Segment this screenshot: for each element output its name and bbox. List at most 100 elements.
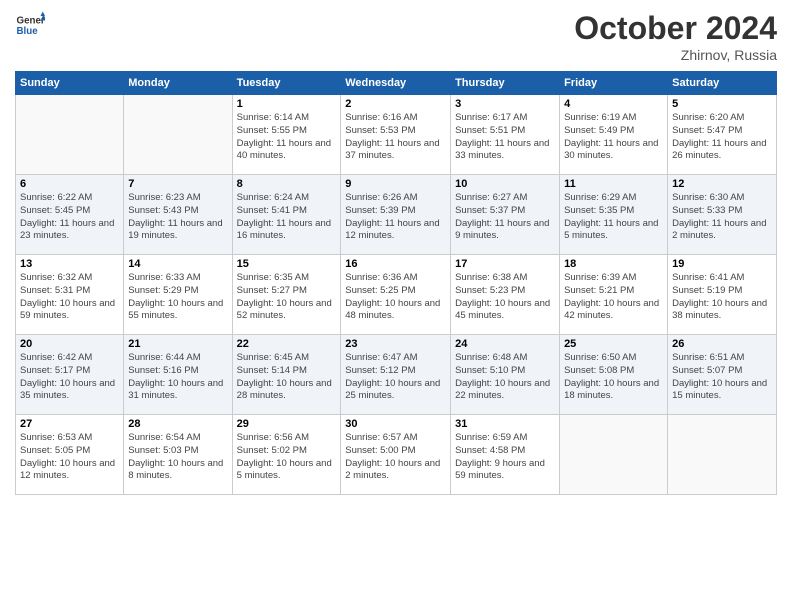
day-number: 28	[128, 418, 227, 430]
location: Zhirnov, Russia	[574, 47, 777, 63]
day-number: 5	[672, 98, 772, 110]
calendar-week-row: 20 Sunrise: 6:42 AM Sunset: 5:17 PM Dayli…	[16, 335, 777, 415]
day-number: 23	[345, 338, 446, 350]
day-info: Sunrise: 6:24 AM Sunset: 5:41 PM Dayligh…	[237, 192, 337, 243]
calendar-week-row: 27 Sunrise: 6:53 AM Sunset: 5:05 PM Dayli…	[16, 415, 777, 495]
day-number: 14	[128, 258, 227, 270]
day-info: Sunrise: 6:32 AM Sunset: 5:31 PM Dayligh…	[20, 272, 119, 323]
calendar-day-cell	[16, 95, 124, 175]
calendar-day-cell: 18 Sunrise: 6:39 AM Sunset: 5:21 PM Dayli…	[560, 255, 668, 335]
calendar-day-cell: 13 Sunrise: 6:32 AM Sunset: 5:31 PM Dayli…	[16, 255, 124, 335]
calendar-day-cell: 12 Sunrise: 6:30 AM Sunset: 5:33 PM Dayli…	[668, 175, 777, 255]
weekday-header-cell: Wednesday	[341, 72, 451, 95]
day-info: Sunrise: 6:48 AM Sunset: 5:10 PM Dayligh…	[455, 352, 555, 403]
calendar-day-cell: 14 Sunrise: 6:33 AM Sunset: 5:29 PM Dayli…	[124, 255, 232, 335]
day-info: Sunrise: 6:36 AM Sunset: 5:25 PM Dayligh…	[345, 272, 446, 323]
day-info: Sunrise: 6:23 AM Sunset: 5:43 PM Dayligh…	[128, 192, 227, 243]
day-info: Sunrise: 6:19 AM Sunset: 5:49 PM Dayligh…	[564, 112, 663, 163]
calendar-week-row: 13 Sunrise: 6:32 AM Sunset: 5:31 PM Dayli…	[16, 255, 777, 335]
calendar-day-cell: 10Sunrise: 6:27 AM Sunset: 5:37 PM Dayli…	[451, 175, 560, 255]
calendar-day-cell: 7 Sunrise: 6:23 AM Sunset: 5:43 PM Daylig…	[124, 175, 232, 255]
day-info: Sunrise: 6:51 AM Sunset: 5:07 PM Dayligh…	[672, 352, 772, 403]
calendar-day-cell: 3 Sunrise: 6:17 AM Sunset: 5:51 PM Daylig…	[451, 95, 560, 175]
calendar-day-cell: 9Sunrise: 6:26 AM Sunset: 5:39 PM Daylig…	[341, 175, 451, 255]
month-title: October 2024	[574, 10, 777, 47]
day-number: 8	[237, 178, 337, 190]
day-info: Sunrise: 6:14 AM Sunset: 5:55 PM Dayligh…	[237, 112, 337, 163]
day-info: Sunrise: 6:20 AM Sunset: 5:47 PM Dayligh…	[672, 112, 772, 163]
svg-text:Blue: Blue	[17, 26, 39, 37]
day-number: 26	[672, 338, 772, 350]
day-number: 18	[564, 258, 663, 270]
calendar-day-cell: 22Sunrise: 6:45 AM Sunset: 5:14 PM Dayli…	[232, 335, 341, 415]
day-number: 4	[564, 98, 663, 110]
day-info: Sunrise: 6:45 AM Sunset: 5:14 PM Dayligh…	[237, 352, 337, 403]
day-number: 29	[237, 418, 337, 430]
day-number: 2	[345, 98, 446, 110]
calendar-day-cell	[668, 415, 777, 495]
logo: General Blue	[15, 10, 45, 40]
calendar-day-cell: 16 Sunrise: 6:36 AM Sunset: 5:25 PM Dayli…	[341, 255, 451, 335]
weekday-header-cell: Thursday	[451, 72, 560, 95]
weekday-header-cell: Sunday	[16, 72, 124, 95]
day-info: Sunrise: 6:22 AM Sunset: 5:45 PM Dayligh…	[20, 192, 119, 243]
calendar-day-cell: 20 Sunrise: 6:42 AM Sunset: 5:17 PM Dayli…	[16, 335, 124, 415]
day-info: Sunrise: 6:59 AM Sunset: 4:58 PM Dayligh…	[455, 432, 555, 483]
calendar-day-cell: 28 Sunrise: 6:54 AM Sunset: 5:03 PM Dayli…	[124, 415, 232, 495]
day-info: Sunrise: 6:38 AM Sunset: 5:23 PM Dayligh…	[455, 272, 555, 323]
calendar-day-cell: 8 Sunrise: 6:24 AM Sunset: 5:41 PM Daylig…	[232, 175, 341, 255]
day-info: Sunrise: 6:42 AM Sunset: 5:17 PM Dayligh…	[20, 352, 119, 403]
weekday-header-cell: Saturday	[668, 72, 777, 95]
day-number: 21	[128, 338, 227, 350]
day-number: 15	[237, 258, 337, 270]
day-info: Sunrise: 6:30 AM Sunset: 5:33 PM Dayligh…	[672, 192, 772, 243]
calendar-day-cell: 19Sunrise: 6:41 AM Sunset: 5:19 PM Dayli…	[668, 255, 777, 335]
calendar-day-cell	[124, 95, 232, 175]
day-number: 6	[20, 178, 119, 190]
calendar-day-cell: 23 Sunrise: 6:47 AM Sunset: 5:12 PM Dayli…	[341, 335, 451, 415]
calendar-day-cell: 31 Sunrise: 6:59 AM Sunset: 4:58 PM Dayli…	[451, 415, 560, 495]
day-number: 20	[20, 338, 119, 350]
day-number: 27	[20, 418, 119, 430]
day-info: Sunrise: 6:56 AM Sunset: 5:02 PM Dayligh…	[237, 432, 337, 483]
day-info: Sunrise: 6:53 AM Sunset: 5:05 PM Dayligh…	[20, 432, 119, 483]
day-number: 17	[455, 258, 555, 270]
day-number: 16	[345, 258, 446, 270]
calendar-day-cell: 30Sunrise: 6:57 AM Sunset: 5:00 PM Dayli…	[341, 415, 451, 495]
calendar-day-cell: 24 Sunrise: 6:48 AM Sunset: 5:10 PM Dayli…	[451, 335, 560, 415]
day-number: 25	[564, 338, 663, 350]
title-block: October 2024 Zhirnov, Russia	[574, 10, 777, 63]
day-info: Sunrise: 6:33 AM Sunset: 5:29 PM Dayligh…	[128, 272, 227, 323]
day-number: 3	[455, 98, 555, 110]
page-header: General Blue October 2024 Zhirnov, Russi…	[15, 10, 777, 63]
calendar-day-cell: 2 Sunrise: 6:16 AM Sunset: 5:53 PM Daylig…	[341, 95, 451, 175]
day-info: Sunrise: 6:57 AM Sunset: 5:00 PM Dayligh…	[345, 432, 446, 483]
calendar-week-row: 6 Sunrise: 6:22 AM Sunset: 5:45 PM Daylig…	[16, 175, 777, 255]
calendar-day-cell: 4 Sunrise: 6:19 AM Sunset: 5:49 PM Daylig…	[560, 95, 668, 175]
day-info: Sunrise: 6:16 AM Sunset: 5:53 PM Dayligh…	[345, 112, 446, 163]
day-info: Sunrise: 6:29 AM Sunset: 5:35 PM Dayligh…	[564, 192, 663, 243]
day-number: 13	[20, 258, 119, 270]
day-info: Sunrise: 6:35 AM Sunset: 5:27 PM Dayligh…	[237, 272, 337, 323]
day-number: 1	[237, 98, 337, 110]
day-number: 12	[672, 178, 772, 190]
calendar-day-cell: 6 Sunrise: 6:22 AM Sunset: 5:45 PM Daylig…	[16, 175, 124, 255]
day-number: 31	[455, 418, 555, 430]
weekday-header-cell: Tuesday	[232, 72, 341, 95]
calendar-day-cell: 26 Sunrise: 6:51 AM Sunset: 5:07 PM Dayli…	[668, 335, 777, 415]
logo-icon: General Blue	[15, 10, 45, 40]
day-info: Sunrise: 6:47 AM Sunset: 5:12 PM Dayligh…	[345, 352, 446, 403]
day-number: 7	[128, 178, 227, 190]
day-number: 19	[672, 258, 772, 270]
calendar-day-cell: 27 Sunrise: 6:53 AM Sunset: 5:05 PM Dayli…	[16, 415, 124, 495]
day-info: Sunrise: 6:54 AM Sunset: 5:03 PM Dayligh…	[128, 432, 227, 483]
weekday-header-cell: Friday	[560, 72, 668, 95]
calendar-day-cell: 5 Sunrise: 6:20 AM Sunset: 5:47 PM Daylig…	[668, 95, 777, 175]
day-info: Sunrise: 6:50 AM Sunset: 5:08 PM Dayligh…	[564, 352, 663, 403]
day-number: 11	[564, 178, 663, 190]
day-number: 24	[455, 338, 555, 350]
calendar-day-cell: 17 Sunrise: 6:38 AM Sunset: 5:23 PM Dayli…	[451, 255, 560, 335]
day-info: Sunrise: 6:39 AM Sunset: 5:21 PM Dayligh…	[564, 272, 663, 323]
calendar-day-cell	[560, 415, 668, 495]
day-info: Sunrise: 6:17 AM Sunset: 5:51 PM Dayligh…	[455, 112, 555, 163]
